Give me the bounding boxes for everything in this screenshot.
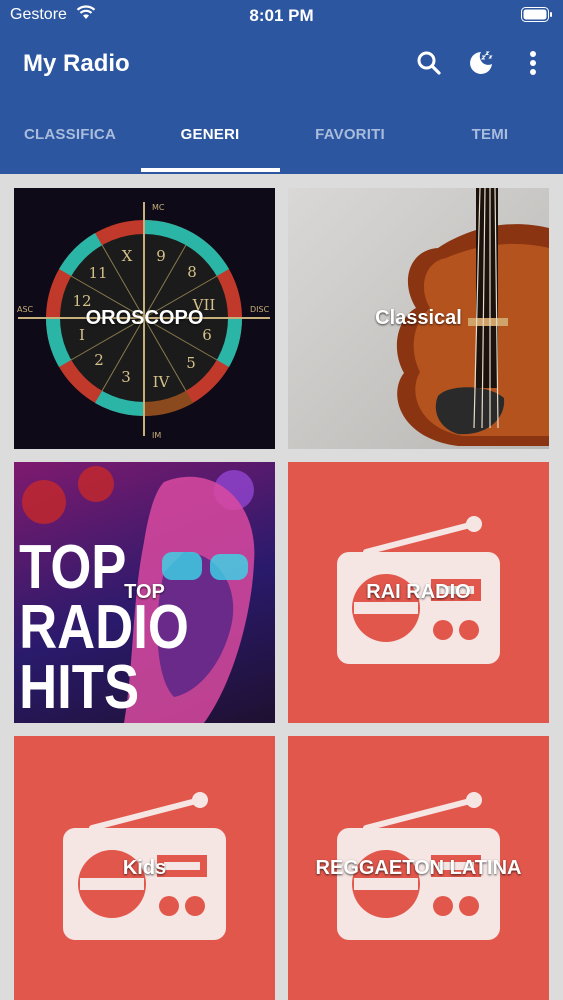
genre-label: TOP xyxy=(124,581,165,603)
tab-classifica[interactable]: CLASSIFICA xyxy=(0,100,140,174)
genre-grid: 9 8 VII 6 5 IV 3 2 I 12 11 X MC ASC DISC… xyxy=(0,174,563,1000)
status-time: 8:01 PM xyxy=(249,6,314,25)
genre-tile-top[interactable]: TOP RADIO HITS TOP xyxy=(14,462,275,723)
genre-tile-kids[interactable]: Kids xyxy=(14,736,275,1000)
active-tab-indicator xyxy=(141,168,280,172)
genre-label: OROSCOPO xyxy=(85,307,204,329)
more-options-icon[interactable] xyxy=(518,48,548,78)
search-icon[interactable] xyxy=(414,48,444,78)
sleep-timer-icon[interactable] xyxy=(466,48,496,78)
genre-label: REGGAETON LATINA xyxy=(315,856,522,879)
genre-tile-reggaeton-latina[interactable]: REGGAETON LATINA xyxy=(288,736,549,1000)
tab-generi[interactable]: GENERI xyxy=(140,100,280,174)
genre-tile-rai-radio[interactable]: RAI RADIO xyxy=(288,462,549,723)
genre-tile-classical[interactable]: Classical xyxy=(288,188,549,449)
tab-favoriti[interactable]: FAVORITI xyxy=(280,100,420,174)
genre-label: Classical xyxy=(375,307,462,329)
battery-icon xyxy=(521,7,553,22)
tab-temi[interactable]: TEMI xyxy=(420,100,560,174)
genre-label: RAI RADIO xyxy=(366,581,471,603)
tab-bar: CLASSIFICA GENERI FAVORITI TEMI xyxy=(0,100,563,174)
app-title: My Radio xyxy=(23,50,130,77)
genre-label: Kids xyxy=(122,856,167,879)
app-header: Gestore 8:01 PM My Radio CLASSIFICA GENE… xyxy=(0,0,563,174)
status-bar: Gestore 8:01 PM xyxy=(0,0,563,32)
genre-tile-oroscopo[interactable]: 9 8 VII 6 5 IV 3 2 I 12 11 X MC ASC DISC… xyxy=(14,188,275,449)
